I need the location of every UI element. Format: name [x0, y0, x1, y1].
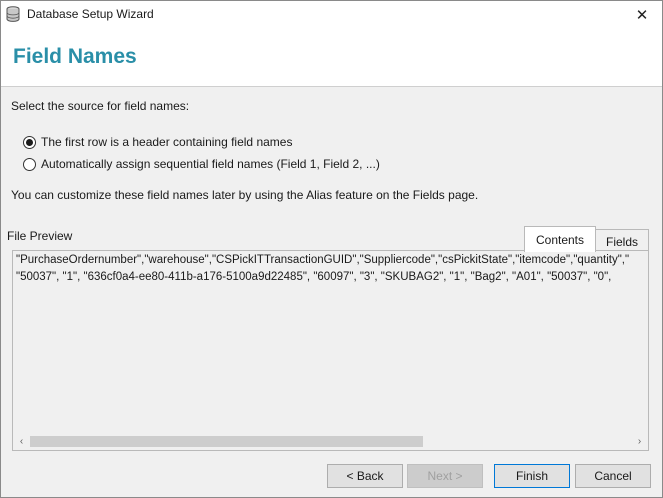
option-sequential-names[interactable]: Automatically assign sequential field na… — [23, 157, 380, 171]
page-title: Field Names — [13, 45, 137, 68]
wizard-window: Database Setup Wizard ✕ Field Names Sele… — [0, 0, 663, 498]
option-header-row-label: The first row is a header containing fie… — [41, 135, 293, 149]
tab-contents[interactable]: Contents — [524, 226, 596, 252]
alias-hint: You can customize these field names late… — [11, 188, 479, 202]
window-title: Database Setup Wizard — [27, 7, 154, 21]
database-icon — [6, 6, 20, 22]
file-preview-label: File Preview — [7, 229, 73, 243]
preview-line: "50037", "1", "636cf0a4-ee80-411b-a176-5… — [16, 271, 612, 283]
wizard-content: Select the source for field names: The f… — [1, 87, 662, 497]
option-sequential-names-label: Automatically assign sequential field na… — [41, 157, 380, 171]
file-preview-pane: "PurchaseOrdernumber","warehouse","CSPic… — [12, 250, 649, 451]
scroll-left-icon[interactable]: ‹ — [13, 433, 30, 450]
source-label: Select the source for field names: — [11, 99, 190, 113]
option-header-row[interactable]: The first row is a header containing fie… — [23, 135, 292, 149]
page-header: Field Names — [1, 29, 662, 87]
close-button[interactable]: ✕ — [622, 1, 662, 29]
back-button[interactable]: < Back — [327, 464, 403, 488]
vertical-scrollbar[interactable] — [631, 251, 648, 432]
radio-selected-dot — [26, 138, 33, 146]
title-bar: Database Setup Wizard ✕ — [1, 1, 662, 29]
close-icon: ✕ — [635, 7, 649, 24]
finish-button[interactable]: Finish — [494, 464, 570, 488]
scroll-right-icon[interactable]: › — [631, 433, 648, 450]
horizontal-scrollbar[interactable]: ‹ › — [13, 433, 648, 450]
horizontal-scroll-thumb[interactable] — [30, 436, 423, 447]
preview-line: "PurchaseOrdernumber","warehouse","CSPic… — [16, 254, 630, 266]
radio-header-row[interactable] — [23, 135, 36, 149]
next-button[interactable]: Next > — [407, 464, 483, 488]
cancel-button[interactable]: Cancel — [575, 464, 651, 488]
radio-sequential-names[interactable] — [23, 157, 36, 171]
